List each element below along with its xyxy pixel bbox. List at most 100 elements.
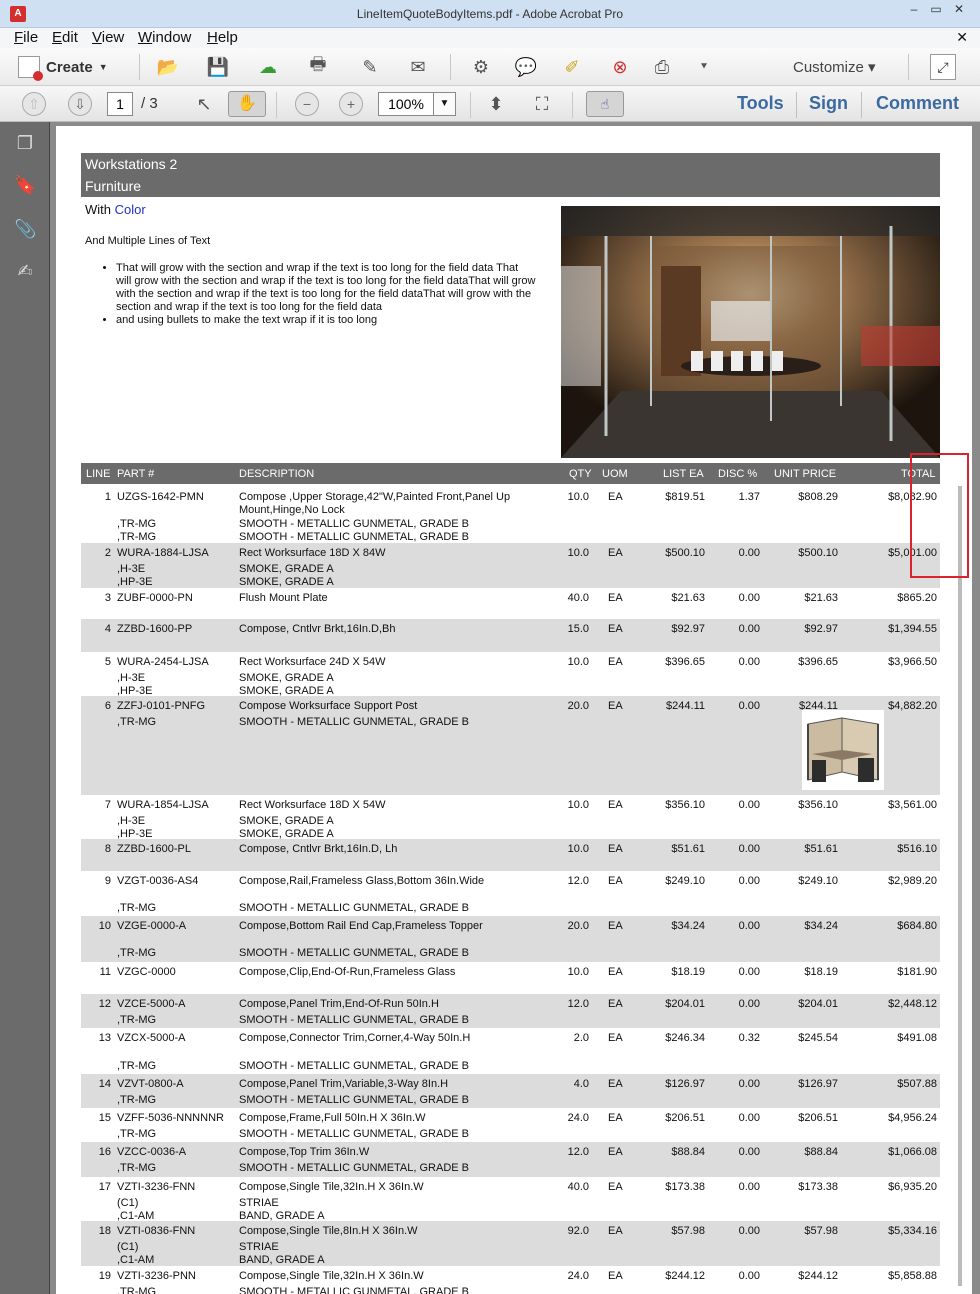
main-toolbar: Create ▼ 📂 💾 ☁ 🖶 ✎ ✉ ⚙ 💬 ✐ ⊗ ⎙ ⯆ Customi…	[0, 48, 980, 86]
table-row: 3 ZUBF-0000-PN Flush Mount Plate 40.0 EA $21.…	[81, 588, 940, 619]
discount: 0.00	[738, 843, 760, 855]
email-icon[interactable]: ✉	[404, 54, 432, 80]
sign-pane-button[interactable]: Sign	[809, 93, 848, 114]
unit-of-measure: EA	[608, 623, 623, 635]
fit-width-icon[interactable]: ⛶	[528, 91, 556, 117]
unit-price: $173.38	[798, 1181, 838, 1193]
part-number: ,H-3E	[117, 563, 146, 575]
menu-file[interactable]: File	[14, 29, 38, 46]
menu-help[interactable]: Help	[207, 29, 238, 46]
bookmarks-icon[interactable]: 🔖	[14, 174, 36, 196]
unit-price: $245.54	[798, 1032, 838, 1044]
zoom-dropdown-icon[interactable]: ▼	[434, 92, 456, 116]
next-page-icon[interactable]: ⇩	[68, 92, 92, 116]
unit-price: $356.10	[798, 799, 838, 811]
page-number-input[interactable]	[107, 92, 133, 116]
table-row: 8 ZZBD-1600-PL Compose, Cntlvr Brkt,16In.D…	[81, 839, 940, 871]
discount: 0.00	[738, 1225, 760, 1237]
part-number: VZGT-0036-AS4	[117, 875, 199, 887]
table-row: 17 VZTI-3236-FNN (C1) ,C1-AM Compose,Single …	[81, 1177, 940, 1222]
part-number: (C1)	[117, 1197, 139, 1209]
unit-of-measure: EA	[608, 1146, 623, 1158]
highlight-annotation-box	[910, 453, 969, 578]
comment-pane-button[interactable]: Comment	[876, 93, 959, 114]
quantity: 10.0	[567, 547, 589, 559]
page-thumbnails-icon[interactable]: ❐	[14, 132, 36, 154]
description: SMOOTH - METALLIC GUNMETAL, GRADE B	[239, 902, 470, 914]
recognize-text-icon[interactable]: ⎙	[648, 54, 676, 80]
section-subtitle: Furniture	[81, 175, 940, 197]
line-number: 18	[98, 1225, 111, 1237]
comment-bubble-icon[interactable]: 💬	[512, 54, 540, 80]
line-total: $181.90	[897, 966, 937, 978]
line-total: $6,935.20	[888, 1181, 937, 1193]
create-button[interactable]: Create ▼	[18, 54, 108, 81]
print-icon[interactable]: 🖶	[304, 54, 332, 80]
part-number: ZZBD-1600-PL	[117, 843, 191, 855]
line-total: $5,858.88	[888, 1270, 937, 1282]
line-number: 6	[104, 700, 111, 712]
highlight-text-icon[interactable]: ✐	[558, 54, 586, 80]
quantity: 4.0	[573, 1078, 589, 1090]
description: STRIAE	[239, 1241, 279, 1253]
line-total: $507.88	[897, 1078, 937, 1090]
document-viewport[interactable]: Workstations 2 Furniture With Color And …	[50, 122, 980, 1294]
expand-view-icon[interactable]: ⤢	[930, 54, 956, 80]
description: Compose,Frame,Full 50In.H X 36In.W	[239, 1112, 426, 1124]
cloud-upload-icon[interactable]: ☁	[254, 54, 282, 80]
customize-button[interactable]: Customize ▾	[793, 58, 876, 76]
table-row: 18 VZTI-0836-FNN (C1) ,C1-AM Compose,Single …	[81, 1221, 940, 1266]
delete-page-icon[interactable]: ⊗	[606, 54, 634, 80]
part-number: VZCX-5000-A	[117, 1032, 186, 1044]
zoom-in-icon[interactable]: +	[339, 92, 363, 116]
list-price: $34.24	[671, 920, 705, 932]
part-number: VZTI-3236-PNN	[117, 1270, 196, 1282]
discount: 0.00	[738, 998, 760, 1010]
toolbar-separator	[908, 54, 909, 80]
toolbar-separator	[139, 54, 140, 80]
close-document-icon[interactable]: ✕	[956, 29, 968, 46]
edit-document-icon[interactable]: ✎	[356, 54, 384, 80]
tools-pane-button[interactable]: Tools	[737, 93, 784, 114]
fit-page-icon[interactable]: ⬍	[482, 91, 510, 117]
table-header: LINE PART # DESCRIPTION QTY UOM LIST EA …	[81, 463, 940, 484]
signatures-icon[interactable]: ✍	[14, 260, 36, 282]
unit-price: $34.24	[804, 920, 838, 932]
minimize-button[interactable]: –	[903, 2, 925, 18]
unit-price: $396.65	[798, 656, 838, 668]
more-tools-chevron-icon[interactable]: ⯆	[690, 54, 718, 80]
part-number: ,TR-MG	[117, 947, 157, 959]
vertical-scrollbar[interactable]	[958, 486, 962, 1286]
discount: 0.00	[738, 1078, 760, 1090]
menu-window[interactable]: Window	[138, 29, 191, 46]
zoom-out-icon[interactable]: −	[295, 92, 319, 116]
section-title: Workstations 2	[81, 153, 940, 175]
description: Compose ,Upper Storage,42"W,Painted Fron…	[239, 491, 511, 503]
hand-tool-icon[interactable]: ✋	[228, 91, 266, 117]
zoom-input[interactable]	[378, 92, 434, 116]
select-cursor-icon[interactable]: ↖	[190, 91, 218, 117]
menu-view[interactable]: View	[92, 29, 124, 46]
create-pdf-icon	[18, 56, 43, 81]
part-number: ,TR-MG	[117, 1060, 157, 1072]
description: SMOKE, GRADE A	[239, 563, 334, 575]
save-icon[interactable]: 💾	[204, 54, 232, 80]
menu-edit[interactable]: Edit	[52, 29, 78, 46]
list-price: $92.97	[671, 623, 705, 635]
description: Compose,Single Tile,32In.H X 36In.W	[239, 1181, 424, 1193]
unit-of-measure: EA	[608, 920, 623, 932]
open-folder-icon[interactable]: 📂	[154, 54, 182, 80]
touch-mode-icon[interactable]: ☝	[586, 91, 624, 117]
part-number: VZTI-3236-FNN	[117, 1181, 196, 1193]
restore-button[interactable]: ▭	[925, 2, 947, 18]
description: Flush Mount Plate	[239, 592, 328, 604]
list-price: $51.61	[671, 843, 705, 855]
close-window-button[interactable]: ✕	[948, 2, 970, 18]
bullet-item: and using bullets to make the text wrap …	[116, 314, 536, 327]
previous-page-icon[interactable]: ⇧	[22, 92, 46, 116]
line-number: 7	[104, 799, 111, 811]
toolbar-separator	[450, 54, 451, 80]
attachments-icon[interactable]: 📎	[14, 218, 36, 240]
settings-gear-icon[interactable]: ⚙	[467, 54, 495, 80]
unit-of-measure: EA	[608, 1032, 623, 1044]
